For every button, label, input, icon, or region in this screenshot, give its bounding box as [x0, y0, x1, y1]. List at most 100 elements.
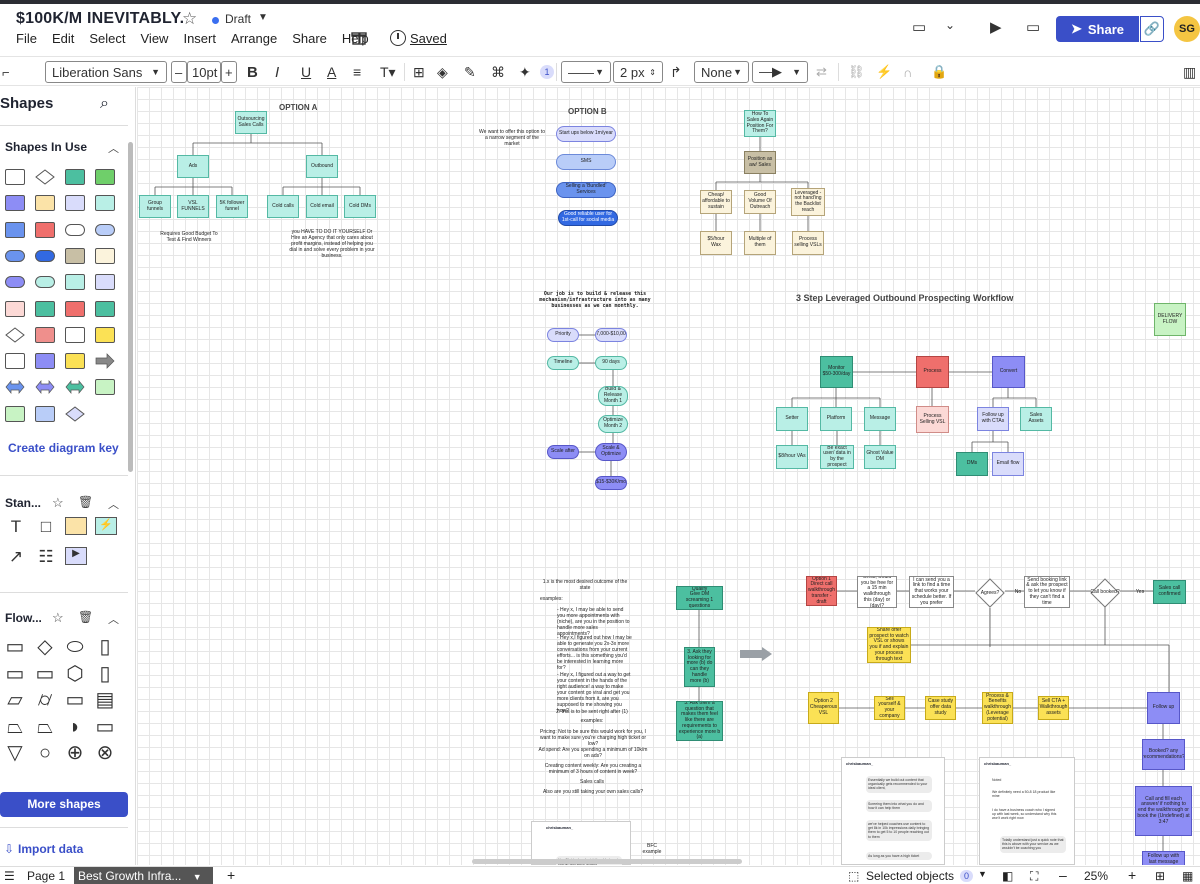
exact-user-node[interactable]: Be exact user/ data in by the prospect: [820, 445, 854, 469]
diagram-canvas[interactable]: OPTION A Outsourcing Sales Calls Ads Out…: [137, 87, 1200, 865]
page-tab-active[interactable]: Best Growth Infra... ▼: [74, 867, 213, 884]
message-node[interactable]: Message: [864, 407, 896, 431]
import-data-link[interactable]: Import data: [18, 842, 83, 856]
group-funnels-node[interactable]: Group funnels: [139, 195, 171, 218]
menu-view[interactable]: View: [141, 31, 169, 46]
call-fill-answer-node[interactable]: Call and fill each answer/ if nothing to…: [1135, 786, 1192, 836]
setter-node[interactable]: Setter: [776, 407, 808, 431]
flowchart-shape-icon[interactable]: ⊕: [63, 743, 87, 763]
send-link-offer-node[interactable]: I can send you a link to find a time tha…: [909, 576, 954, 608]
flowchart-shape-icon[interactable]: ◗: [63, 717, 87, 737]
position-sales-node[interactable]: Position as aw/ Sales: [744, 151, 776, 174]
pages-list-icon[interactable]: ☰: [4, 869, 15, 883]
layers-icon[interactable]: ◧: [1002, 869, 1013, 883]
canvas-horizontal-scrollbar[interactable]: [472, 859, 742, 864]
scale-after-node[interactable]: Scale after: [547, 445, 579, 459]
convert-node[interactable]: Convert: [992, 356, 1025, 388]
shape-swatch[interactable]: [65, 247, 85, 264]
avatar[interactable]: SG: [1174, 16, 1200, 42]
monitor-node[interactable]: Monitor $50-300/day: [820, 356, 853, 388]
style-icon[interactable]: ⌘: [491, 61, 505, 83]
standard-shape-media-icon[interactable]: ▶: [65, 547, 87, 565]
process-benefits-node[interactable]: Process & Benefits walkthrough (Leverage…: [982, 692, 1013, 724]
flowchart-shape-icon[interactable]: ▱: [3, 690, 27, 710]
import-icon[interactable]: ⇩: [4, 842, 14, 856]
case-study-node[interactable]: Case study offer data study: [925, 696, 956, 720]
booked-recommendations-node[interactable]: Booked? any recommendations?: [1142, 739, 1185, 770]
shape-swatch[interactable]: [35, 249, 55, 262]
timeline-value-node[interactable]: 90 days: [595, 356, 627, 370]
flowchart-shape-icon[interactable]: ⌭: [33, 690, 57, 710]
font-family-select[interactable]: Liberation Sans ▼: [45, 61, 167, 83]
zoom-out-button[interactable]: –: [1059, 867, 1067, 883]
menu-arrange[interactable]: Arrange: [231, 31, 277, 46]
option-b-bundled-node[interactable]: Selling a 'Bundled' Services: [556, 182, 616, 198]
font-size-input[interactable]: 10pt: [187, 61, 221, 83]
clock-icon[interactable]: [390, 30, 406, 46]
menu-select[interactable]: Select: [89, 31, 125, 46]
option-2-node[interactable]: Option 2 Cheaperous VSL: [808, 692, 839, 724]
cold-calls-node[interactable]: Cold calls: [267, 195, 299, 218]
cold-dms-node[interactable]: Cold DMs: [344, 195, 376, 218]
font-size-increase-button[interactable]: +: [221, 61, 237, 83]
text-color-button[interactable]: A: [327, 61, 336, 83]
flowchart-shape-icon[interactable]: ⬭: [63, 637, 87, 657]
trash-icon[interactable]: 🗑: [78, 610, 93, 624]
priority-value-node[interactable]: $7,000-$10,000: [595, 328, 627, 342]
shape-swatch[interactable]: [35, 276, 55, 289]
grid-icon[interactable]: ⊞: [1155, 869, 1165, 883]
standard-shape-text-icon[interactable]: T: [5, 517, 27, 537]
ads-node[interactable]: Ads: [177, 155, 209, 178]
panel-scrollbar[interactable]: [128, 142, 133, 472]
lock-icon[interactable]: 🔒: [931, 61, 947, 83]
line-start-select[interactable]: None ▼: [694, 61, 749, 83]
flowchart-shape-icon[interactable]: ▭: [3, 664, 27, 684]
line-width-input[interactable]: 2 px ⇕: [613, 61, 663, 83]
selected-objects-label[interactable]: Selected objects: [866, 869, 954, 883]
draft-status-label[interactable]: Draft: [225, 12, 251, 26]
sales-call-confirmed-node[interactable]: Sales call confirmed: [1153, 580, 1186, 604]
shapes-in-use-heading[interactable]: Shapes In Use: [5, 140, 87, 154]
shape-swatch[interactable]: [95, 300, 115, 317]
shape-swatch[interactable]: [95, 195, 115, 212]
shape-swatch[interactable]: [65, 326, 85, 343]
flowchart-shape-icon[interactable]: ▯: [93, 664, 117, 684]
shape-swatch[interactable]: [35, 353, 55, 370]
flowchart-shape-icon[interactable]: ▭: [33, 664, 57, 684]
cold-email-node[interactable]: Cold email: [306, 195, 338, 218]
shape-swatch[interactable]: [65, 274, 85, 291]
shape-swatch[interactable]: [65, 195, 85, 212]
vsl-funnels-node[interactable]: VSL FUNNELS: [177, 195, 209, 218]
timeline-node[interactable]: Timeline: [547, 356, 579, 370]
standard-shape-rect-icon[interactable]: □: [35, 517, 57, 537]
page-1-tab[interactable]: Page 1: [27, 869, 65, 883]
shape-swatch[interactable]: [5, 379, 25, 395]
monthly-target-node[interactable]: $15-$30K/mo: [595, 476, 627, 490]
line-style-select[interactable]: —— ▼: [561, 61, 611, 83]
chevron-down-icon[interactable]: ▼: [258, 12, 268, 23]
shape-swatch[interactable]: [65, 300, 85, 317]
fill-color-icon[interactable]: ◈: [437, 61, 448, 83]
flowchart-shape-icon[interactable]: ▭: [93, 717, 117, 737]
ask-requirements-node[interactable]: 3. Ask them a question that makes them f…: [676, 701, 723, 741]
standard-shape-lightning-icon[interactable]: ⚡: [95, 517, 117, 535]
shape-swatch[interactable]: [65, 223, 85, 236]
shape-swatch[interactable]: [35, 405, 55, 422]
create-diagram-key-link[interactable]: Create diagram key: [8, 441, 119, 455]
star-icon[interactable]: ☆: [52, 495, 64, 511]
shape-swatch[interactable]: [35, 379, 55, 395]
email-flow-node[interactable]: Email flow: [992, 452, 1024, 476]
chevron-up-icon[interactable]: ︿: [108, 611, 119, 627]
shape-swatch[interactable]: [35, 221, 55, 238]
flowchart-shape-icon[interactable]: ▭: [3, 637, 27, 657]
gift-icon[interactable]: [351, 29, 367, 45]
star-icon[interactable]: ☆: [52, 610, 64, 626]
scale-optimize-node[interactable]: Scale & Optimize: [595, 443, 627, 461]
shape-swatch[interactable]: [5, 276, 25, 289]
add-page-button[interactable]: +: [227, 867, 235, 883]
magic-wand-icon[interactable]: ✦: [519, 61, 531, 83]
flowchart-shapes-heading[interactable]: Flow...: [5, 611, 42, 625]
shape-swatch[interactable]: [5, 221, 25, 238]
shape-swatch[interactable]: [5, 327, 25, 343]
option-b-social-node[interactable]: Good reliable user for 1st-call for soci…: [558, 210, 618, 226]
